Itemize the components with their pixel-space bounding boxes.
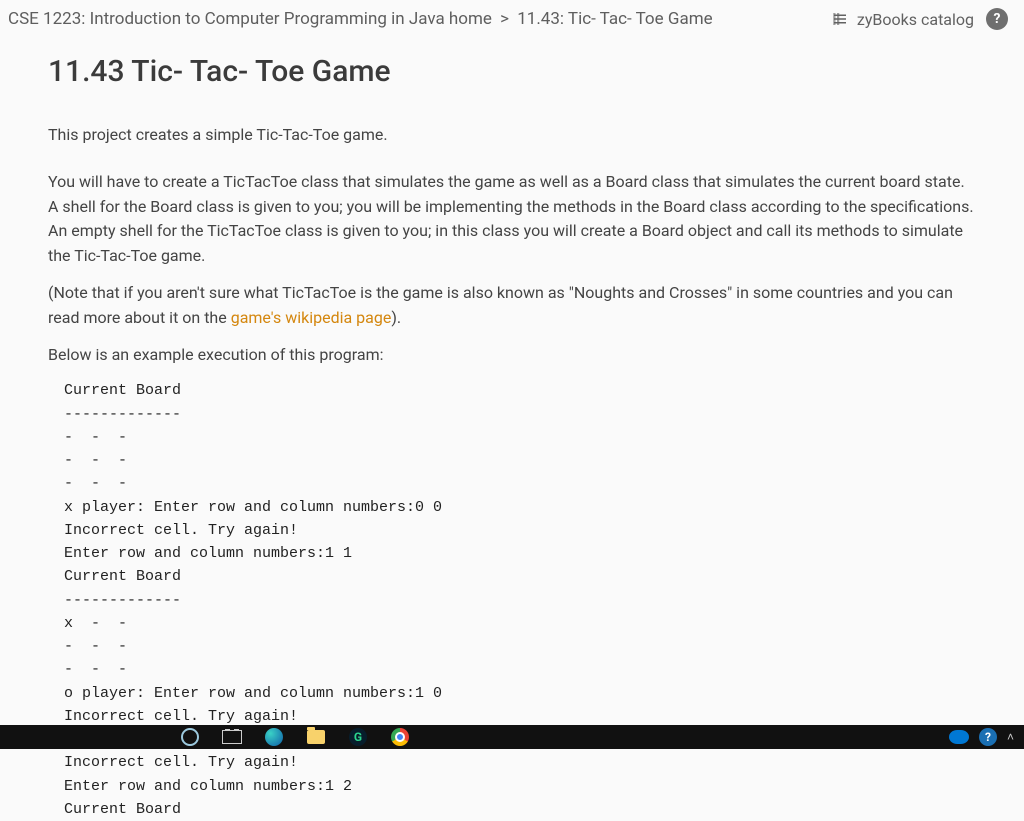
topbar: CSE 1223: Introduction to Computer Progr… (0, 0, 1024, 44)
taskbar-icons: G (180, 727, 410, 747)
edge-icon[interactable] (264, 727, 284, 747)
para2-text-a: (Note that if you aren't sure what TicTa… (48, 283, 953, 327)
breadcrumb-course[interactable]: CSE 1223: Introduction to Computer Progr… (8, 9, 492, 29)
breadcrumb-page[interactable]: 11.43: Tic- Tac- Toe Game (517, 9, 712, 29)
example-output-code: Current Board ------------- - - - - - - … (64, 379, 976, 821)
description: This project creates a simple Tic-Tac-To… (48, 123, 976, 367)
cortana-icon[interactable] (180, 727, 200, 747)
para2-text-b: ). (391, 308, 401, 327)
zybooks-catalog-link[interactable]: zyBooks catalog (831, 10, 974, 29)
tray-help-icon[interactable]: ? (979, 728, 997, 746)
file-explorer-icon[interactable] (306, 727, 326, 747)
page-title: 11.43 Tic- Tac- Toe Game (48, 54, 976, 89)
chrome-icon[interactable] (390, 727, 410, 747)
wikipedia-link[interactable]: game's wikipedia page (231, 308, 392, 327)
breadcrumb-separator: > (500, 9, 509, 29)
topbar-right: zyBooks catalog ? (831, 8, 1008, 30)
breadcrumb: CSE 1223: Introduction to Computer Progr… (8, 9, 713, 29)
question-mark-icon: ? (994, 11, 1001, 27)
paragraph-1: You will have to create a TicTacToe clas… (48, 170, 976, 269)
task-view-icon[interactable] (222, 727, 242, 747)
grammarly-icon[interactable]: G (348, 727, 368, 747)
catalog-label: zyBooks catalog (857, 10, 974, 29)
books-icon (831, 10, 849, 28)
windows-taskbar: G ? ˄ (0, 725, 1024, 749)
tray-expand-icon[interactable]: ˄ (1007, 730, 1014, 744)
onedrive-icon[interactable] (949, 730, 969, 744)
system-tray: ? ˄ (949, 728, 1014, 746)
paragraph-3: Below is an example execution of this pr… (48, 343, 976, 368)
content-area: 11.43 Tic- Tac- Toe Game This project cr… (0, 44, 1024, 821)
intro-paragraph: This project creates a simple Tic-Tac-To… (48, 123, 976, 148)
paragraph-2: (Note that if you aren't sure what TicTa… (48, 281, 976, 331)
help-button[interactable]: ? (986, 8, 1008, 30)
